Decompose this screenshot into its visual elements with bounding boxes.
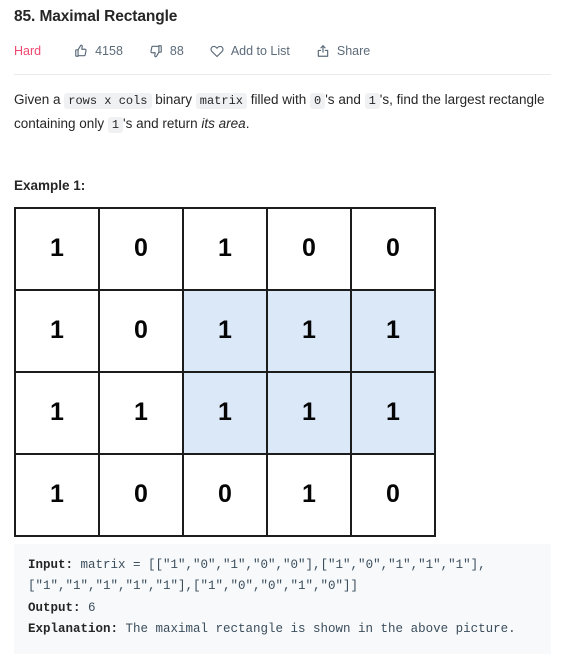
add-to-list-label: Add to List	[230, 44, 290, 59]
problem-page: 85. Maximal Rectangle Hard 4158 88 Add t…	[0, 0, 565, 654]
share-icon	[316, 44, 330, 58]
desc-text-7: .	[245, 115, 250, 131]
example-input-line: Input: matrix = [["1","0","1","0","0"],[…	[28, 555, 537, 598]
desc-code-one-b: 1	[107, 116, 124, 133]
problem-meta-row: Hard 4158 88 Add to List Share	[14, 41, 551, 61]
add-to-list-button[interactable]: Add to List	[210, 44, 290, 58]
matrix-row: 10100	[14, 206, 436, 291]
desc-code-matrix: matrix	[195, 93, 247, 110]
dislikes-count: 88	[169, 44, 184, 59]
header-divider	[14, 74, 551, 76]
matrix-cell: 1	[266, 288, 352, 373]
matrix-cell: 1	[14, 288, 100, 373]
likes-button[interactable]: 4158	[74, 44, 123, 58]
matrix-cell: 0	[98, 288, 184, 373]
matrix-cell: 1	[14, 452, 100, 537]
matrix-row: 10111	[14, 288, 436, 373]
matrix-cell: 1	[350, 288, 436, 373]
matrix-cell: 1	[98, 370, 184, 455]
share-button[interactable]: Share	[316, 44, 370, 58]
explanation-value: The maximal rectangle is shown in the ab…	[118, 622, 516, 636]
matrix-row: 11111	[14, 370, 436, 455]
matrix-row: 10010	[14, 452, 436, 537]
matrix-cell: 0	[98, 452, 184, 537]
matrix-cell: 0	[266, 206, 352, 291]
matrix-illustration: 10100101111111110010	[14, 206, 551, 537]
example-explanation-line: Explanation: The maximal rectangle is sh…	[28, 619, 537, 641]
matrix-cell: 0	[182, 452, 268, 537]
output-label: Output:	[28, 600, 81, 615]
desc-text-6: 's and return	[123, 115, 202, 131]
matrix-grid: 10100101111111110010	[14, 206, 436, 537]
input-value: matrix = [["1","0","1","0","0"],["1","0"…	[28, 557, 486, 594]
matrix-cell: 1	[14, 370, 100, 455]
likes-count: 4158	[95, 44, 123, 59]
heart-icon	[210, 44, 224, 58]
problem-description: Given a rows x cols binary matrix filled…	[14, 88, 551, 135]
matrix-cell: 0	[98, 206, 184, 291]
example-output-line: Output: 6	[28, 598, 537, 620]
matrix-cell: 1	[266, 452, 352, 537]
matrix-cell: 1	[182, 288, 268, 373]
difficulty-badge: Hard	[14, 44, 42, 59]
matrix-cell: 1	[14, 206, 100, 291]
desc-text-4: 's and	[325, 92, 365, 108]
matrix-cell: 0	[350, 206, 436, 291]
thumbs-up-icon	[74, 44, 88, 58]
desc-code-zero: 0	[310, 93, 326, 110]
example-code-block: Input: matrix = [["1","0","1","0","0"],[…	[14, 543, 551, 654]
page-title: 85. Maximal Rectangle	[14, 8, 178, 25]
dislikes-button[interactable]: 88	[149, 44, 184, 58]
example-heading: Example 1:	[14, 177, 86, 193]
matrix-cell: 1	[182, 206, 268, 291]
matrix-cell: 0	[350, 452, 436, 537]
share-label: Share	[336, 44, 371, 59]
desc-text-2: binary	[151, 92, 196, 108]
thumbs-down-icon	[149, 44, 163, 58]
matrix-cell: 1	[350, 370, 436, 455]
matrix-cell: 1	[266, 370, 352, 455]
desc-code-rows-cols: rows x cols	[64, 93, 152, 110]
desc-text-3: filled with	[247, 92, 311, 108]
desc-emphasis-its-area: its area	[201, 115, 246, 131]
output-value: 6	[80, 600, 96, 615]
desc-code-one-a: 1	[364, 93, 380, 110]
desc-text-1: Given a	[14, 92, 65, 108]
matrix-cell: 1	[182, 370, 268, 455]
explanation-label: Explanation:	[28, 622, 119, 636]
input-label: Input:	[28, 557, 74, 572]
